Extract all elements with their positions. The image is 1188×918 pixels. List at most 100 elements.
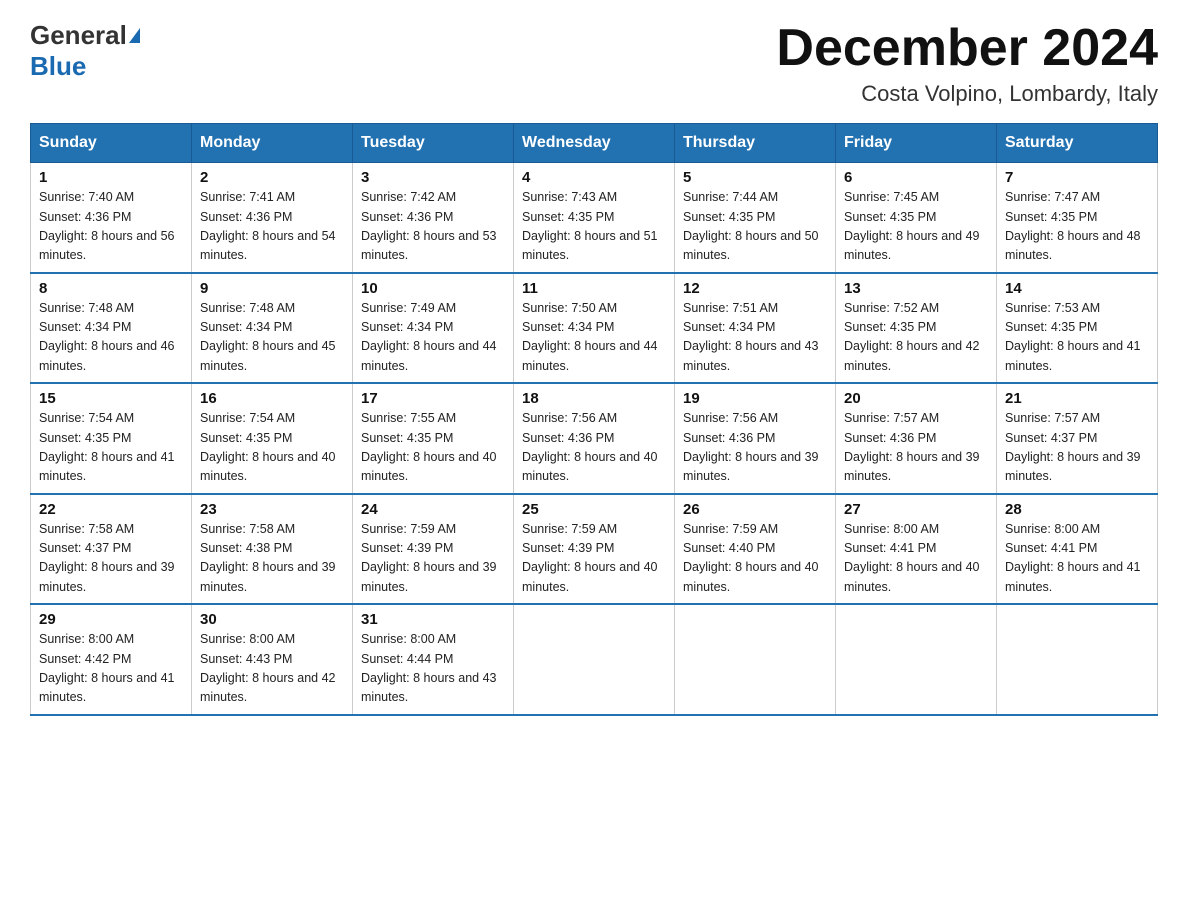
day-number: 22 [39, 501, 183, 518]
cell-2-2: 9 Sunrise: 7:48 AM Sunset: 4:34 PM Dayli… [192, 273, 353, 384]
sunset-label: Sunset: [361, 541, 407, 555]
logo: General Blue [30, 20, 140, 82]
day-info: Sunrise: 7:58 AM Sunset: 4:37 PM Dayligh… [39, 520, 183, 598]
cell-5-5 [675, 604, 836, 715]
day-number: 14 [1005, 280, 1149, 297]
sunrise-label: Sunrise: [1005, 522, 1054, 536]
day-number: 25 [522, 501, 666, 518]
sunset-label: Sunset: [683, 210, 729, 224]
sunrise-time: 7:59 AM [571, 522, 617, 536]
daylight-label: Daylight: [522, 229, 574, 243]
sunset-time: 4:37 PM [85, 541, 132, 555]
cell-5-1: 29 Sunrise: 8:00 AM Sunset: 4:42 PM Dayl… [31, 604, 192, 715]
cell-4-2: 23 Sunrise: 7:58 AM Sunset: 4:38 PM Dayl… [192, 494, 353, 605]
cell-1-7: 7 Sunrise: 7:47 AM Sunset: 4:35 PM Dayli… [997, 163, 1158, 273]
sunset-time: 4:35 PM [568, 210, 615, 224]
cell-3-3: 17 Sunrise: 7:55 AM Sunset: 4:35 PM Dayl… [353, 383, 514, 494]
day-info: Sunrise: 7:54 AM Sunset: 4:35 PM Dayligh… [39, 409, 183, 487]
sunset-label: Sunset: [844, 210, 890, 224]
sunset-time: 4:34 PM [729, 320, 776, 334]
day-info: Sunrise: 7:57 AM Sunset: 4:36 PM Dayligh… [844, 409, 988, 487]
cell-5-3: 31 Sunrise: 8:00 AM Sunset: 4:44 PM Dayl… [353, 604, 514, 715]
sunrise-label: Sunrise: [522, 411, 571, 425]
sunrise-time: 7:47 AM [1054, 190, 1100, 204]
sunset-time: 4:35 PM [1051, 210, 1098, 224]
daylight-label: Daylight: [683, 229, 735, 243]
sunrise-label: Sunrise: [39, 190, 88, 204]
sunset-label: Sunset: [1005, 541, 1051, 555]
day-info: Sunrise: 7:59 AM Sunset: 4:39 PM Dayligh… [522, 520, 666, 598]
header-monday: Monday [192, 124, 353, 163]
sunrise-time: 7:59 AM [732, 522, 778, 536]
day-info: Sunrise: 7:57 AM Sunset: 4:37 PM Dayligh… [1005, 409, 1149, 487]
sunset-label: Sunset: [361, 652, 407, 666]
header-thursday: Thursday [675, 124, 836, 163]
day-number: 17 [361, 390, 505, 407]
sunset-time: 4:39 PM [407, 541, 454, 555]
sunset-time: 4:36 PM [85, 210, 132, 224]
sunrise-time: 7:59 AM [410, 522, 456, 536]
sunrise-label: Sunrise: [200, 522, 249, 536]
cell-1-2: 2 Sunrise: 7:41 AM Sunset: 4:36 PM Dayli… [192, 163, 353, 273]
sunrise-time: 7:48 AM [249, 301, 295, 315]
sunrise-time: 7:42 AM [410, 190, 456, 204]
sunset-label: Sunset: [683, 431, 729, 445]
cell-1-6: 6 Sunrise: 7:45 AM Sunset: 4:35 PM Dayli… [836, 163, 997, 273]
sunset-label: Sunset: [522, 210, 568, 224]
sunrise-time: 8:00 AM [88, 632, 134, 646]
sunrise-label: Sunrise: [844, 522, 893, 536]
sunrise-time: 7:43 AM [571, 190, 617, 204]
cell-1-1: 1 Sunrise: 7:40 AM Sunset: 4:36 PM Dayli… [31, 163, 192, 273]
sunset-time: 4:35 PM [85, 431, 132, 445]
daylight-label: Daylight: [361, 450, 413, 464]
header-row: SundayMondayTuesdayWednesdayThursdayFrid… [31, 124, 1158, 163]
sunrise-label: Sunrise: [200, 301, 249, 315]
sunset-label: Sunset: [683, 320, 729, 334]
daylight-label: Daylight: [522, 560, 574, 574]
day-info: Sunrise: 7:52 AM Sunset: 4:35 PM Dayligh… [844, 299, 988, 377]
sunrise-label: Sunrise: [844, 190, 893, 204]
day-info: Sunrise: 7:48 AM Sunset: 4:34 PM Dayligh… [39, 299, 183, 377]
sunset-time: 4:35 PM [890, 320, 937, 334]
daylight-label: Daylight: [39, 450, 91, 464]
day-number: 18 [522, 390, 666, 407]
day-number: 6 [844, 169, 988, 186]
sunset-time: 4:37 PM [1051, 431, 1098, 445]
week-row-3: 15 Sunrise: 7:54 AM Sunset: 4:35 PM Dayl… [31, 383, 1158, 494]
day-info: Sunrise: 7:45 AM Sunset: 4:35 PM Dayligh… [844, 188, 988, 266]
day-info: Sunrise: 7:59 AM Sunset: 4:40 PM Dayligh… [683, 520, 827, 598]
day-number: 7 [1005, 169, 1149, 186]
sunset-label: Sunset: [39, 652, 85, 666]
day-info: Sunrise: 7:56 AM Sunset: 4:36 PM Dayligh… [683, 409, 827, 487]
cell-2-1: 8 Sunrise: 7:48 AM Sunset: 4:34 PM Dayli… [31, 273, 192, 384]
day-info: Sunrise: 7:47 AM Sunset: 4:35 PM Dayligh… [1005, 188, 1149, 266]
day-info: Sunrise: 8:00 AM Sunset: 4:41 PM Dayligh… [844, 520, 988, 598]
sunset-label: Sunset: [39, 210, 85, 224]
day-info: Sunrise: 7:43 AM Sunset: 4:35 PM Dayligh… [522, 188, 666, 266]
daylight-label: Daylight: [1005, 560, 1057, 574]
sunrise-time: 8:00 AM [893, 522, 939, 536]
daylight-label: Daylight: [1005, 339, 1057, 353]
cell-2-4: 11 Sunrise: 7:50 AM Sunset: 4:34 PM Dayl… [514, 273, 675, 384]
sunset-label: Sunset: [844, 541, 890, 555]
sunrise-time: 7:50 AM [571, 301, 617, 315]
sunrise-time: 7:57 AM [1054, 411, 1100, 425]
daylight-label: Daylight: [361, 229, 413, 243]
day-info: Sunrise: 7:40 AM Sunset: 4:36 PM Dayligh… [39, 188, 183, 266]
day-number: 3 [361, 169, 505, 186]
sunset-time: 4:36 PM [407, 210, 454, 224]
cell-1-3: 3 Sunrise: 7:42 AM Sunset: 4:36 PM Dayli… [353, 163, 514, 273]
sunset-time: 4:34 PM [246, 320, 293, 334]
day-number: 29 [39, 611, 183, 628]
cell-5-4 [514, 604, 675, 715]
sunrise-label: Sunrise: [844, 301, 893, 315]
sunrise-time: 7:44 AM [732, 190, 778, 204]
sunset-time: 4:44 PM [407, 652, 454, 666]
sunrise-time: 7:53 AM [1054, 301, 1100, 315]
daylight-label: Daylight: [39, 671, 91, 685]
sunrise-label: Sunrise: [522, 522, 571, 536]
sunrise-label: Sunrise: [683, 522, 732, 536]
daylight-label: Daylight: [200, 450, 252, 464]
sunrise-time: 7:48 AM [88, 301, 134, 315]
sunrise-label: Sunrise: [361, 190, 410, 204]
